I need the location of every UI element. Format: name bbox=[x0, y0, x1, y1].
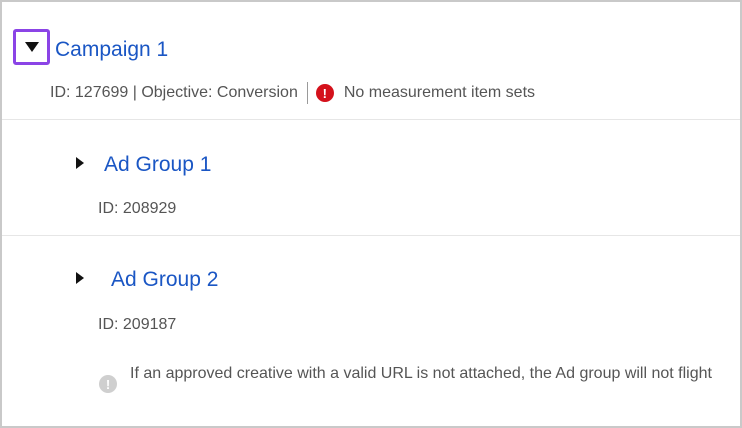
ad-group-title-link[interactable]: Ad Group 1 bbox=[104, 153, 211, 177]
ad-group-id: ID: 208929 bbox=[98, 200, 177, 217]
campaign-collapse-toggle[interactable] bbox=[13, 29, 50, 65]
caret-down-icon bbox=[24, 42, 39, 52]
measurement-error-text: No measurement item sets bbox=[343, 84, 536, 101]
creative-warning-text: If an approved creative with a valid URL… bbox=[130, 365, 712, 382]
ad-group-expand-toggle[interactable] bbox=[73, 271, 87, 285]
campaign-panel: Campaign 1 ID: 127699 | Objective: Conve… bbox=[0, 0, 742, 428]
campaign-row: Campaign 1 ID: 127699 | Objective: Conve… bbox=[2, 2, 740, 120]
caret-right-icon bbox=[76, 272, 84, 284]
error-icon: ! bbox=[315, 84, 334, 102]
campaign-id-objective: ID: 127699 | Objective: Conversion bbox=[50, 84, 298, 101]
info-icon: ! bbox=[99, 375, 117, 393]
campaign-title-link[interactable]: Campaign 1 bbox=[55, 38, 168, 62]
ad-group-row: Ad Group 2 ID: 209187 ! If an approved c… bbox=[2, 236, 740, 426]
campaign-meta: ID: 127699 | Objective: Conversion ! No … bbox=[50, 82, 535, 104]
ad-group-expand-toggle[interactable] bbox=[73, 156, 87, 170]
creative-warning: ! If an approved creative with a valid U… bbox=[99, 361, 729, 393]
ad-group-title-link[interactable]: Ad Group 2 bbox=[111, 268, 218, 292]
ad-group-id: ID: 209187 bbox=[98, 316, 177, 333]
ad-group-row: Ad Group 1 ID: 208929 bbox=[2, 120, 740, 236]
caret-right-icon bbox=[76, 157, 84, 169]
meta-divider bbox=[306, 82, 308, 104]
